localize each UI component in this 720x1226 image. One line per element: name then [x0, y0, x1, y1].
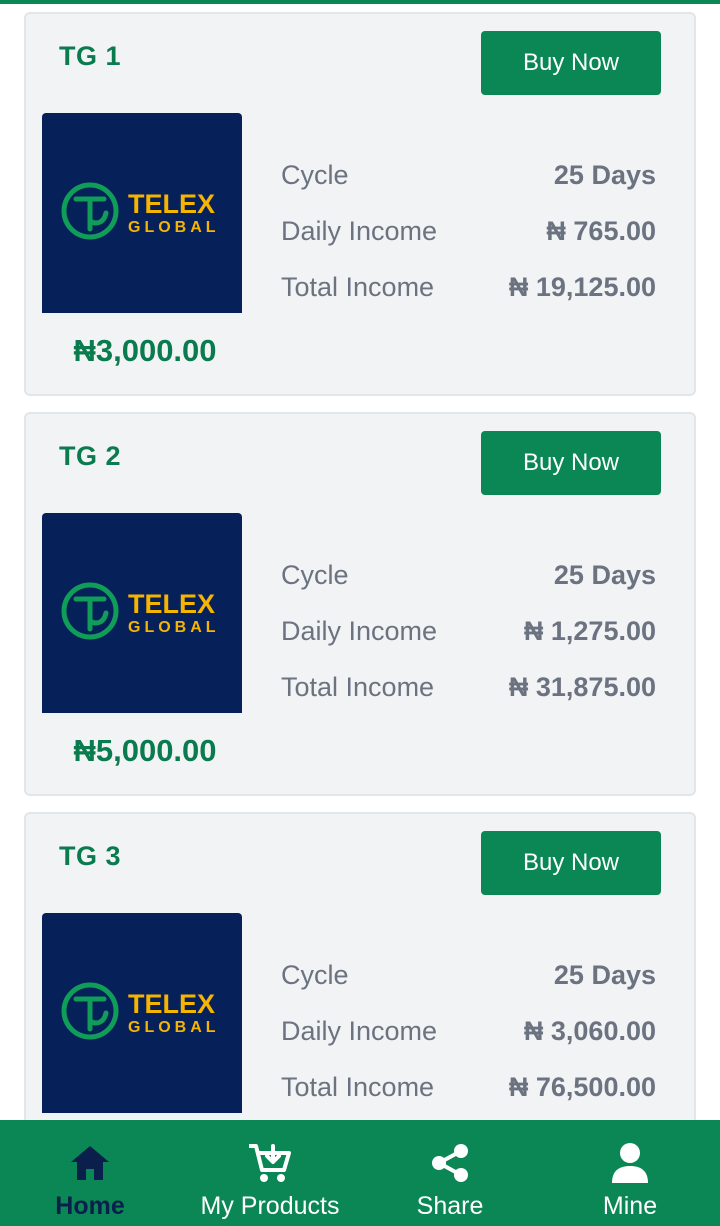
- stat-row-daily-income: Daily Income ₦ 1,275.00: [281, 616, 656, 672]
- top-accent-bar: [0, 0, 720, 4]
- product-name: TG 3: [59, 841, 122, 871]
- logo-text-top: TELEX: [128, 989, 215, 1019]
- telex-global-logo-icon: TELEX GLOBAL: [61, 982, 220, 1040]
- nav-my-products[interactable]: My Products: [180, 1120, 360, 1226]
- product-logo: TELEX GLOBAL: [42, 913, 242, 1113]
- stat-value: ₦ 765.00: [546, 216, 656, 246]
- telex-global-logo-icon: TELEX GLOBAL: [61, 182, 220, 240]
- stat-row-cycle: Cycle 25 Days: [281, 960, 656, 1016]
- stat-value: 25 Days: [553, 960, 656, 990]
- product-price: ₦3,000.00: [73, 333, 217, 368]
- stat-value: 25 Days: [553, 160, 656, 190]
- stat-row-cycle: Cycle 25 Days: [281, 160, 656, 216]
- stat-label: Cycle: [281, 160, 349, 190]
- stat-value: ₦ 3,060.00: [523, 1016, 656, 1046]
- logo-text-top: TELEX: [128, 189, 215, 219]
- stat-label: Cycle: [281, 960, 349, 990]
- product-logo: TELEX GLOBAL: [42, 513, 242, 713]
- stat-label: Total Income: [281, 1072, 435, 1102]
- buy-now-button[interactable]: Buy Now: [481, 431, 661, 495]
- stat-row-total-income: Total Income ₦ 19,125.00: [281, 272, 656, 328]
- stat-row-daily-income: Daily Income ₦ 765.00: [281, 216, 656, 272]
- buy-now-button[interactable]: Buy Now: [481, 831, 661, 895]
- share-icon: [430, 1142, 470, 1184]
- stat-value: ₦ 1,275.00: [523, 616, 656, 646]
- stat-label: Total Income: [281, 272, 435, 302]
- nav-share[interactable]: Share: [360, 1120, 540, 1226]
- stat-label: Cycle: [281, 560, 349, 590]
- stat-label: Daily Income: [281, 616, 438, 646]
- stat-value: ₦ 76,500.00: [508, 1072, 656, 1102]
- product-card: TG 2 Buy Now TELEX GLOBAL ₦5,000.00 Cycl…: [24, 412, 696, 796]
- stat-value: ₦ 19,125.00: [508, 272, 656, 302]
- stat-value: ₦ 31,875.00: [508, 672, 656, 702]
- cart-icon: [247, 1142, 293, 1184]
- product-name: TG 2: [59, 441, 122, 471]
- nav-label: Share: [416, 1192, 484, 1220]
- bottom-navigation: Home My Products Share Mine: [0, 1120, 720, 1226]
- logo-text-bottom: GLOBAL: [128, 619, 220, 636]
- product-stats: Cycle 25 Days Daily Income ₦ 765.00 Tota…: [281, 160, 656, 328]
- product-logo: TELEX GLOBAL: [42, 113, 242, 313]
- user-icon: [610, 1142, 650, 1184]
- home-icon: [68, 1142, 112, 1184]
- nav-mine[interactable]: Mine: [540, 1120, 720, 1226]
- stat-label: Daily Income: [281, 216, 438, 246]
- stat-label: Daily Income: [281, 1016, 438, 1046]
- logo-text-top: TELEX: [128, 589, 215, 619]
- nav-label: Mine: [602, 1192, 658, 1220]
- product-name: TG 1: [59, 41, 122, 71]
- stat-row-total-income: Total Income ₦ 31,875.00: [281, 672, 656, 728]
- telex-global-logo-icon: TELEX GLOBAL: [61, 582, 220, 640]
- logo-text-bottom: GLOBAL: [128, 1019, 220, 1036]
- logo-text-bottom: GLOBAL: [128, 219, 220, 236]
- nav-home[interactable]: Home: [0, 1120, 180, 1226]
- product-stats: Cycle 25 Days Daily Income ₦ 3,060.00 To…: [281, 960, 656, 1128]
- stat-value: 25 Days: [553, 560, 656, 590]
- product-price: ₦5,000.00: [73, 733, 217, 768]
- nav-label: My Products: [200, 1192, 340, 1220]
- stat-row-daily-income: Daily Income ₦ 3,060.00: [281, 1016, 656, 1072]
- stat-row-cycle: Cycle 25 Days: [281, 560, 656, 616]
- stat-label: Total Income: [281, 672, 435, 702]
- nav-label: Home: [55, 1192, 125, 1220]
- product-card: TG 1 Buy Now TELEX GLOBAL ₦3,000.00 Cycl…: [24, 12, 696, 396]
- buy-now-button[interactable]: Buy Now: [481, 31, 661, 95]
- product-stats: Cycle 25 Days Daily Income ₦ 1,275.00 To…: [281, 560, 656, 728]
